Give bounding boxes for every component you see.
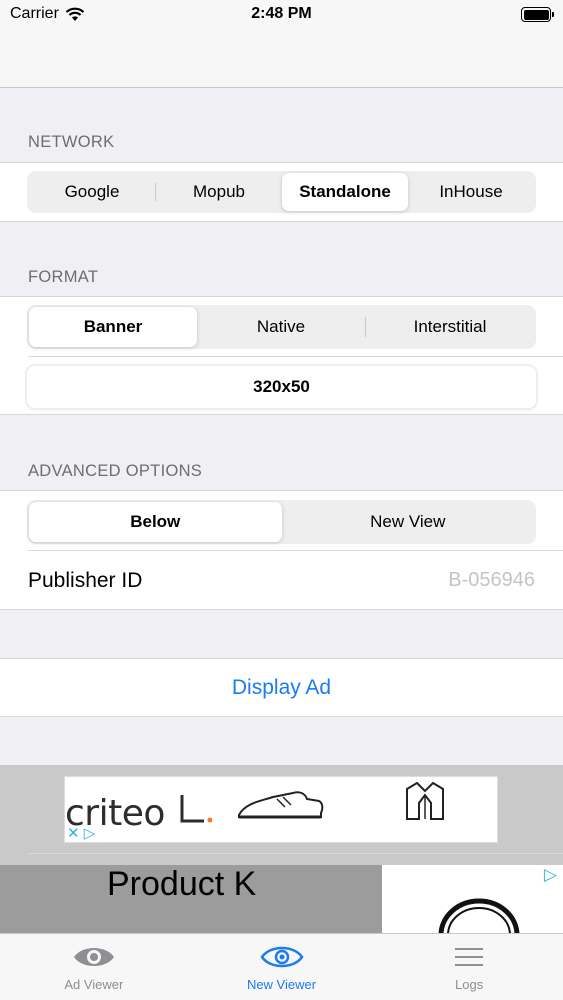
eye-icon [73,948,114,966]
ad-banner-container: criteo ✕ ▷ [0,765,563,865]
display-mode-row: Below New View [0,491,563,551]
publisher-id-input[interactable] [315,569,535,592]
format-header: FORMAT [28,268,99,286]
tab-logs[interactable]: Logs [375,934,563,1000]
display-mode-below[interactable]: Below [29,502,282,542]
battery-icon [521,7,554,22]
native-ad-preview[interactable]: Product K ▷ [0,865,563,935]
network-header: NETWORK [28,133,115,151]
format-option-native[interactable]: Native [197,307,365,347]
status-time: 2:48 PM [251,5,312,22]
native-ad-image: Product K [0,865,382,935]
tab-label: Logs [455,977,484,992]
network-option-google[interactable]: Google [29,173,155,211]
tab-label: New Viewer [246,977,317,992]
format-option-banner[interactable]: Banner [29,307,197,347]
ad-play-glyph: ▷ [83,825,96,842]
display-ad-button[interactable]: Display Ad [0,658,563,717]
network-option-standalone[interactable]: Standalone [282,173,408,211]
format-option-interstitial[interactable]: Interstitial [366,307,534,347]
criteo-mark-icon [180,795,213,823]
eye-icon [259,946,304,968]
tab-bar: Ad Viewer New Viewer Logs [0,933,563,1000]
navigation-bar [0,30,563,88]
tab-new-viewer[interactable]: New Viewer [188,934,376,1000]
publisher-id-label: Publisher ID [28,568,143,592]
status-bar: Carrier 2:48 PM [0,0,563,30]
tab-label: Ad Viewer [64,977,124,992]
native-ad-title: Product K [107,865,257,903]
format-row: Banner Native Interstitial [0,297,563,357]
publisher-id-row: Publisher ID [0,551,563,610]
jacket-icon [406,781,444,820]
product-ring-icon [438,898,520,935]
shoe-icon [238,791,324,819]
size-button[interactable]: 320x50 [27,366,536,408]
network-group: Google Mopub Standalone InHouse [0,162,563,222]
display-mode-new-view[interactable]: New View [282,502,535,542]
display-mode-segmented-control: Below New View [27,500,536,544]
advanced-options-group: Below New View Publisher ID [0,490,563,610]
ad-close-glyph: ✕ [67,825,80,842]
format-segmented-control: Banner Native Interstitial [27,305,536,349]
network-option-inhouse[interactable]: InHouse [408,173,534,211]
tab-ad-viewer[interactable]: Ad Viewer [0,934,188,1000]
advanced-options-header: ADVANCED OPTIONS [28,462,203,480]
criteo-banner-ad[interactable]: criteo ✕ ▷ [64,776,498,843]
size-row: 320x50 [0,357,563,415]
network-option-mopub[interactable]: Mopub [156,173,282,211]
format-group: Banner Native Interstitial 320x50 [0,296,563,415]
list-icon [455,948,484,966]
network-segmented-control: Google Mopub Standalone InHouse [27,171,536,213]
ad-choices-icon[interactable]: ✕ ▷ [67,824,95,842]
ad-choices-play-icon[interactable]: ▷ [544,865,557,885]
